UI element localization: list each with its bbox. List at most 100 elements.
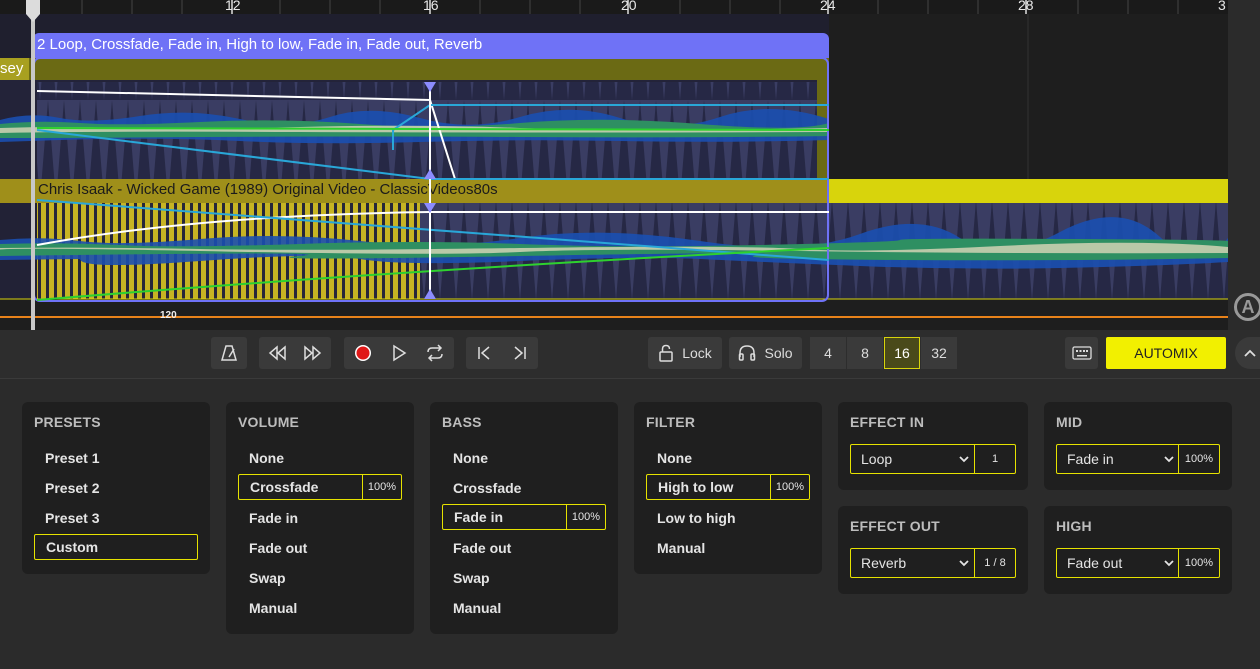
volume-option-label: Crossfade <box>250 479 319 495</box>
chevron-down-icon <box>1164 456 1174 463</box>
playback-group <box>344 337 454 369</box>
lock-icon <box>659 344 673 362</box>
effect-out-value: Reverb <box>861 555 907 571</box>
effect-out-param[interactable]: 1 / 8 <box>974 549 1015 577</box>
bass-option[interactable]: Manual <box>442 595 606 621</box>
effect-in-select[interactable]: Loop 1 <box>850 444 1016 474</box>
rewind-icon <box>268 345 286 361</box>
fast-forward-icon <box>304 345 322 361</box>
seek-group <box>259 337 331 369</box>
filter-amount[interactable]: 100% <box>769 475 809 499</box>
record-button[interactable] <box>345 343 381 363</box>
filter-panel: FILTER None High to low 100% Low to high… <box>634 402 822 574</box>
keyboard-shortcuts-button[interactable] <box>1065 337 1098 369</box>
effect-out-title: EFFECT OUT <box>850 518 940 534</box>
high-select[interactable]: Fade out 100% <box>1056 548 1220 578</box>
high-title: HIGH <box>1056 518 1092 534</box>
effect-in-title: EFFECT IN <box>850 414 925 430</box>
metronome-button[interactable] <box>211 337 247 369</box>
mid-title: MID <box>1056 414 1083 430</box>
filter-option[interactable]: None <box>646 445 810 471</box>
solo-label: Solo <box>764 345 793 361</box>
mid-value: Fade in <box>1067 451 1114 467</box>
chevron-down-icon <box>959 560 969 567</box>
loop-icon <box>427 344 443 362</box>
bass-option[interactable]: Swap <box>442 565 606 591</box>
right-scrollbar[interactable] <box>1228 0 1260 330</box>
chevron-down-icon <box>959 456 969 463</box>
mid-amount[interactable]: 100% <box>1178 445 1219 473</box>
high-value: Fade out <box>1067 555 1123 571</box>
filter-title: FILTER <box>646 414 696 430</box>
effect-in-panel: EFFECT IN Loop 1 <box>838 402 1028 490</box>
bass-option-label: Fade in <box>454 509 504 525</box>
volume-option[interactable]: Manual <box>238 595 402 621</box>
bass-option[interactable]: None <box>442 445 606 471</box>
effect-in-param[interactable]: 1 <box>974 445 1015 473</box>
record-icon <box>355 345 371 361</box>
preset-option[interactable]: Preset 1 <box>34 445 198 471</box>
lock-button[interactable]: Lock <box>648 337 722 369</box>
collapse-panel-button[interactable] <box>1235 337 1260 369</box>
filter-option-selected[interactable]: High to low 100% <box>646 474 810 500</box>
volume-option[interactable]: Fade out <box>238 535 402 561</box>
beat-length-4[interactable]: 4 <box>810 337 846 369</box>
skip-back-icon <box>478 346 490 360</box>
presets-title: PRESETS <box>34 414 101 430</box>
high-panel: HIGH Fade out 100% <box>1044 506 1232 594</box>
cue-marker-bottom-b <box>424 289 436 299</box>
keyboard-icon <box>1071 346 1092 360</box>
playhead-handle <box>26 0 40 22</box>
automix-button[interactable]: AUTOMIX <box>1106 337 1226 369</box>
preset-option[interactable]: Preset 2 <box>34 475 198 501</box>
bass-option[interactable]: Fade out <box>442 535 606 561</box>
high-amount[interactable]: 100% <box>1178 549 1219 577</box>
skip-back-button[interactable] <box>466 345 502 361</box>
beat-length-8[interactable]: 8 <box>847 337 883 369</box>
bass-panel: BASS None Crossfade Fade in 100% Fade ou… <box>430 402 618 634</box>
effect-out-select[interactable]: Reverb 1 / 8 <box>850 548 1016 578</box>
skip-group <box>466 337 538 369</box>
chevron-down-icon <box>1164 560 1174 567</box>
volume-option[interactable]: None <box>238 445 402 471</box>
volume-title: VOLUME <box>238 414 300 430</box>
volume-panel: VOLUME None Crossfade 100% Fade in Fade … <box>226 402 414 634</box>
volume-option[interactable]: Swap <box>238 565 402 591</box>
bass-option[interactable]: Crossfade <box>442 475 606 501</box>
lock-label: Lock <box>682 345 712 361</box>
headphones-icon <box>739 345 756 361</box>
beat-length-16[interactable]: 16 <box>884 337 920 369</box>
chevron-up-icon <box>1244 349 1256 357</box>
filter-option[interactable]: Low to high <box>646 505 810 531</box>
volume-option-selected[interactable]: Crossfade 100% <box>238 474 402 500</box>
automation-overlay[interactable] <box>0 0 1228 330</box>
effect-in-value: Loop <box>861 451 893 467</box>
fast-forward-button[interactable] <box>295 345 331 361</box>
preset-option-selected[interactable]: Custom <box>34 534 198 560</box>
mid-panel: MID Fade in 100% <box>1044 402 1232 490</box>
presets-panel: PRESETS Preset 1 Preset 2 Preset 3 Custo… <box>22 402 210 574</box>
beat-length-32[interactable]: 32 <box>921 337 957 369</box>
loop-button[interactable] <box>417 344 453 362</box>
solo-button[interactable]: Solo <box>729 337 802 369</box>
play-button[interactable] <box>381 344 417 362</box>
skip-forward-button[interactable] <box>502 345 538 361</box>
preset-option[interactable]: Preset 3 <box>34 505 198 531</box>
cue-marker-top-a <box>424 82 436 92</box>
volume-option[interactable]: Fade in <box>238 505 402 531</box>
play-icon <box>393 344 407 362</box>
bass-option-selected[interactable]: Fade in 100% <box>442 504 606 530</box>
metronome-icon <box>221 345 237 361</box>
timeline-view[interactable]: 8 12 16 20 24 28 3 <box>0 0 1260 330</box>
bass-amount[interactable]: 100% <box>565 505 605 529</box>
mid-select[interactable]: Fade in 100% <box>1056 444 1220 474</box>
rewind-button[interactable] <box>259 345 295 361</box>
transport-bar: Lock Solo 4 8 16 32 AUTOMIX <box>0 330 1260 379</box>
volume-amount[interactable]: 100% <box>361 475 401 499</box>
cue-marker-bottom-a <box>424 169 436 179</box>
skip-forward-icon <box>514 346 526 360</box>
effect-out-panel: EFFECT OUT Reverb 1 / 8 <box>838 506 1028 594</box>
bass-title: BASS <box>442 414 482 430</box>
automix-indicator-icon: A <box>1234 293 1260 321</box>
filter-option[interactable]: Manual <box>646 535 810 561</box>
